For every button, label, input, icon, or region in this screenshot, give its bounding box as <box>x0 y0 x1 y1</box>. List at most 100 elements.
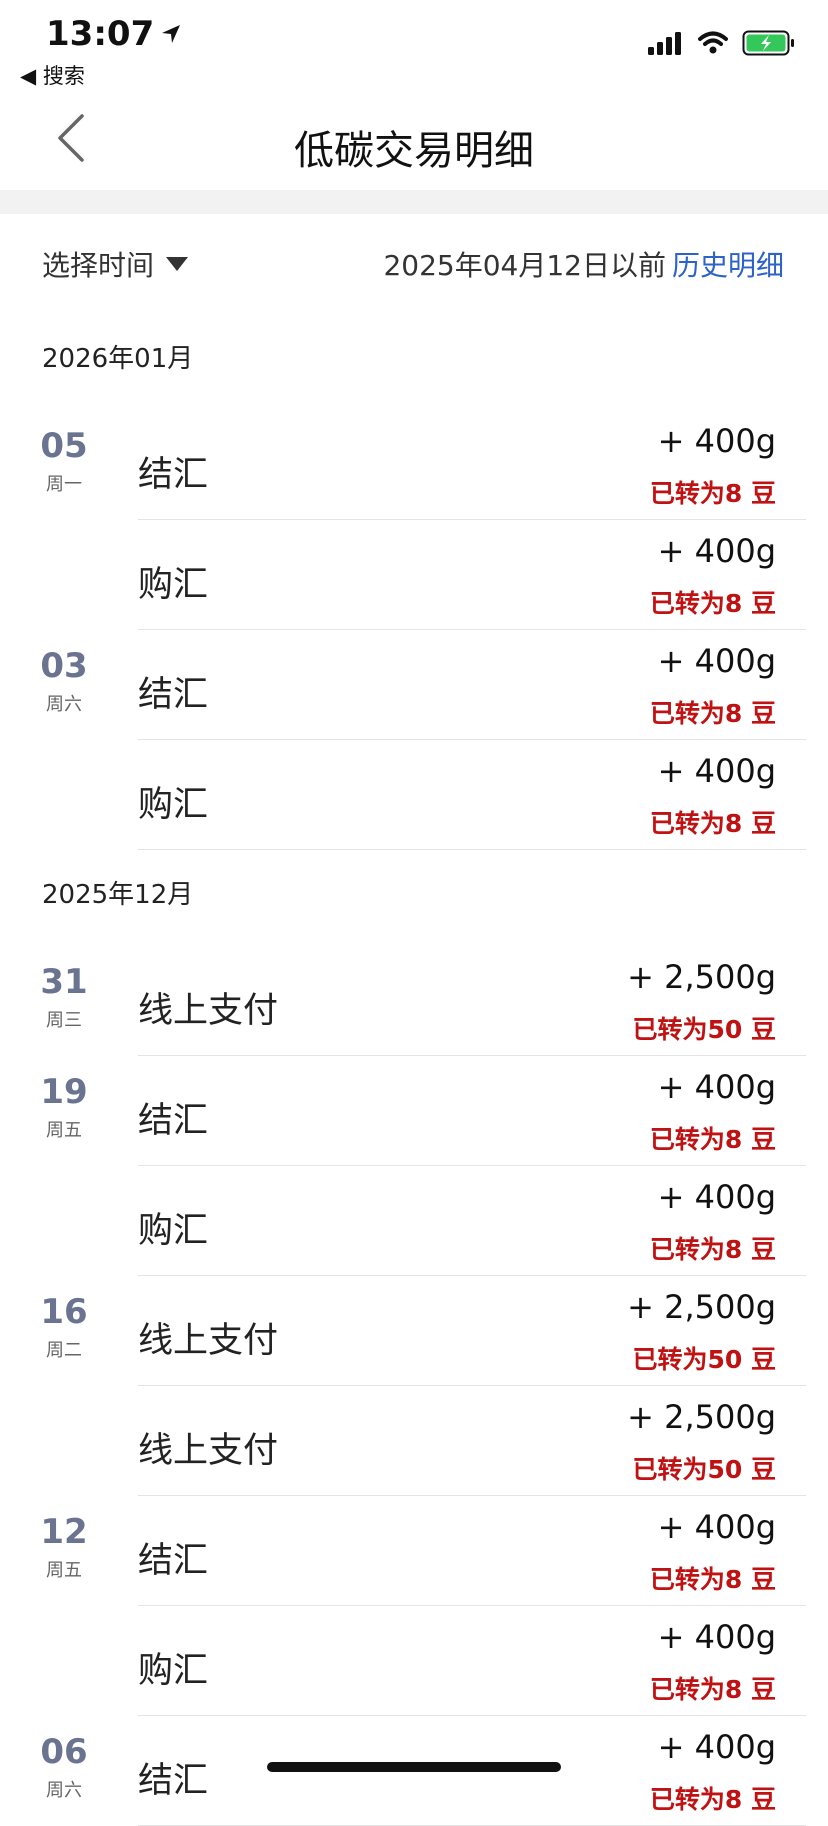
transaction-amount: + 2,500g <box>627 1398 776 1436</box>
status-time: 13:07 <box>46 14 182 54</box>
month-header: 2025年12月 <box>0 850 828 946</box>
back-app-label: 搜索 <box>42 64 85 88</box>
transaction-amount: + 400g <box>657 642 776 680</box>
day-group: 12 周五 结汇 + 400g 已转为8 豆购汇 + 400g 已转为8 豆 <box>0 1496 828 1716</box>
wifi-icon <box>698 31 728 54</box>
day-label: 31 周三 <box>20 946 108 1056</box>
day-number: 12 <box>40 1512 88 1552</box>
beans-converted: 已转为8 豆 <box>649 479 776 508</box>
filter-row: 选择时间 2025年04月12日以前 历史明细 <box>0 214 828 314</box>
transaction-title: 购汇 <box>138 1211 209 1251</box>
clock-text: 13:07 <box>46 14 155 54</box>
transaction-row[interactable]: 线上支付 + 2,500g 已转为50 豆 <box>138 1386 806 1496</box>
weekday: 周一 <box>46 474 82 495</box>
weekday: 周六 <box>46 1780 82 1801</box>
transaction-amount: + 400g <box>657 1728 776 1766</box>
transaction-amount: + 400g <box>657 1178 776 1216</box>
transaction-amount: + 400g <box>657 1068 776 1106</box>
month-label: 2025年12月 <box>42 880 194 910</box>
weekday: 周六 <box>46 694 82 715</box>
transaction-title: 线上支付 <box>138 991 279 1031</box>
day-group: 03 周六 结汇 + 400g 已转为8 豆购汇 + 400g 已转为8 豆 <box>0 630 828 850</box>
transaction-title: 结汇 <box>138 1541 209 1581</box>
transaction-amount: + 400g <box>657 422 776 460</box>
history-note: 2025年04月12日以前 历史明细 <box>383 244 784 284</box>
transaction-amount: + 400g <box>657 1508 776 1546</box>
month-label: 2026年01月 <box>42 344 194 374</box>
transaction-row[interactable]: 线上支付 + 2,500g 已转为50 豆 <box>138 946 806 1056</box>
weekday: 周五 <box>46 1560 82 1581</box>
month-header: 2026年01月 <box>0 314 828 410</box>
beans-converted: 已转为50 豆 <box>632 1455 777 1484</box>
beans-converted: 已转为8 豆 <box>649 1565 776 1594</box>
caret-down-icon <box>166 257 189 271</box>
home-indicator <box>267 1762 561 1772</box>
back-triangle-icon: ◀ <box>20 64 43 88</box>
transaction-row[interactable]: 购汇 + 400g 已转为8 豆 <box>138 520 806 630</box>
beans-converted: 已转为8 豆 <box>649 589 776 618</box>
transaction-title: 购汇 <box>138 565 209 605</box>
time-select-label: 选择时间 <box>42 249 155 282</box>
transaction-amount: + 2,500g <box>627 1288 776 1326</box>
transaction-title: 结汇 <box>138 455 209 495</box>
transaction-amount: + 400g <box>657 532 776 570</box>
day-number: 03 <box>40 646 88 686</box>
transaction-title: 结汇 <box>138 1101 209 1141</box>
transaction-row[interactable]: 结汇 + 400g 已转为8 豆 <box>138 1496 806 1606</box>
day-label: 05 周一 <box>20 410 108 520</box>
day-group: 19 周五 结汇 + 400g 已转为8 豆购汇 + 400g 已转为8 豆 <box>0 1056 828 1276</box>
date-note: 2025年04月12日以前 <box>383 249 666 282</box>
signal-icon <box>648 32 681 55</box>
weekday: 周二 <box>46 1340 82 1361</box>
beans-converted: 已转为8 豆 <box>649 1235 776 1264</box>
transaction-amount: + 2,500g <box>627 958 776 996</box>
beans-converted: 已转为8 豆 <box>649 809 776 838</box>
battery-charging-icon <box>742 30 794 56</box>
nav-bar: 低碳交易明细 <box>0 100 828 190</box>
transaction-amount: + 400g <box>657 1618 776 1656</box>
transaction-row[interactable]: 线上支付 + 2,500g 已转为50 豆 <box>138 1276 806 1386</box>
beans-converted: 已转为8 豆 <box>649 1675 776 1704</box>
page-title: 低碳交易明细 <box>294 128 534 174</box>
weekday: 周五 <box>46 1120 82 1141</box>
status-icons <box>648 30 796 56</box>
day-label: 06 周六 <box>20 1716 108 1826</box>
transaction-list: 2026年01月 05 周一 结汇 + 400g 已转为8 豆购汇 + 400g 已转为8 豆… <box>0 314 828 1826</box>
day-number: 19 <box>40 1072 88 1112</box>
beans-converted: 已转为50 豆 <box>632 1015 777 1044</box>
transaction-row[interactable]: 购汇 + 400g 已转为8 豆 <box>138 1606 806 1716</box>
transaction-row[interactable]: 结汇 + 400g 已转为8 豆 <box>138 1056 806 1166</box>
transaction-row[interactable]: 结汇 + 400g 已转为8 豆 <box>138 410 806 520</box>
day-label: 19 周五 <box>20 1056 108 1166</box>
weekday: 周三 <box>46 1010 82 1031</box>
day-label: 16 周二 <box>20 1276 108 1386</box>
day-group: 05 周一 结汇 + 400g 已转为8 豆购汇 + 400g 已转为8 豆 <box>0 410 828 630</box>
day-group: 31 周三 线上支付 + 2,500g 已转为50 豆 <box>0 946 828 1056</box>
back-to-app-link[interactable]: ◀ 搜索 <box>20 60 85 90</box>
beans-converted: 已转为8 豆 <box>649 1785 776 1814</box>
transaction-row[interactable]: 购汇 + 400g 已转为8 豆 <box>138 740 806 850</box>
beans-converted: 已转为50 豆 <box>632 1345 777 1374</box>
day-group: 16 周二 线上支付 + 2,500g 已转为50 豆线上支付 + 2,500g 已转为50… <box>0 1276 828 1496</box>
day-number: 05 <box>40 426 88 466</box>
day-label: 12 周五 <box>20 1496 108 1606</box>
transaction-title: 购汇 <box>138 785 209 825</box>
transaction-title: 结汇 <box>138 675 209 715</box>
beans-converted: 已转为8 豆 <box>649 1125 776 1154</box>
status-bar: 13:07 ◀ 搜索 <box>0 0 828 100</box>
transaction-row[interactable]: 结汇 + 400g 已转为8 豆 <box>138 630 806 740</box>
day-number: 06 <box>40 1732 88 1772</box>
history-detail-link[interactable]: 历史明细 <box>672 249 784 282</box>
transaction-amount: + 400g <box>657 752 776 790</box>
time-select-dropdown[interactable]: 选择时间 <box>42 244 189 284</box>
section-divider <box>0 190 828 214</box>
day-number: 31 <box>40 962 88 1002</box>
transaction-title: 购汇 <box>138 1651 209 1691</box>
beans-converted: 已转为8 豆 <box>649 699 776 728</box>
day-label: 03 周六 <box>20 630 108 740</box>
day-number: 16 <box>40 1292 88 1332</box>
location-arrow-icon <box>162 25 181 43</box>
transaction-title: 线上支付 <box>138 1431 279 1471</box>
transaction-row[interactable]: 购汇 + 400g 已转为8 豆 <box>138 1166 806 1276</box>
transaction-title: 结汇 <box>138 1761 209 1801</box>
